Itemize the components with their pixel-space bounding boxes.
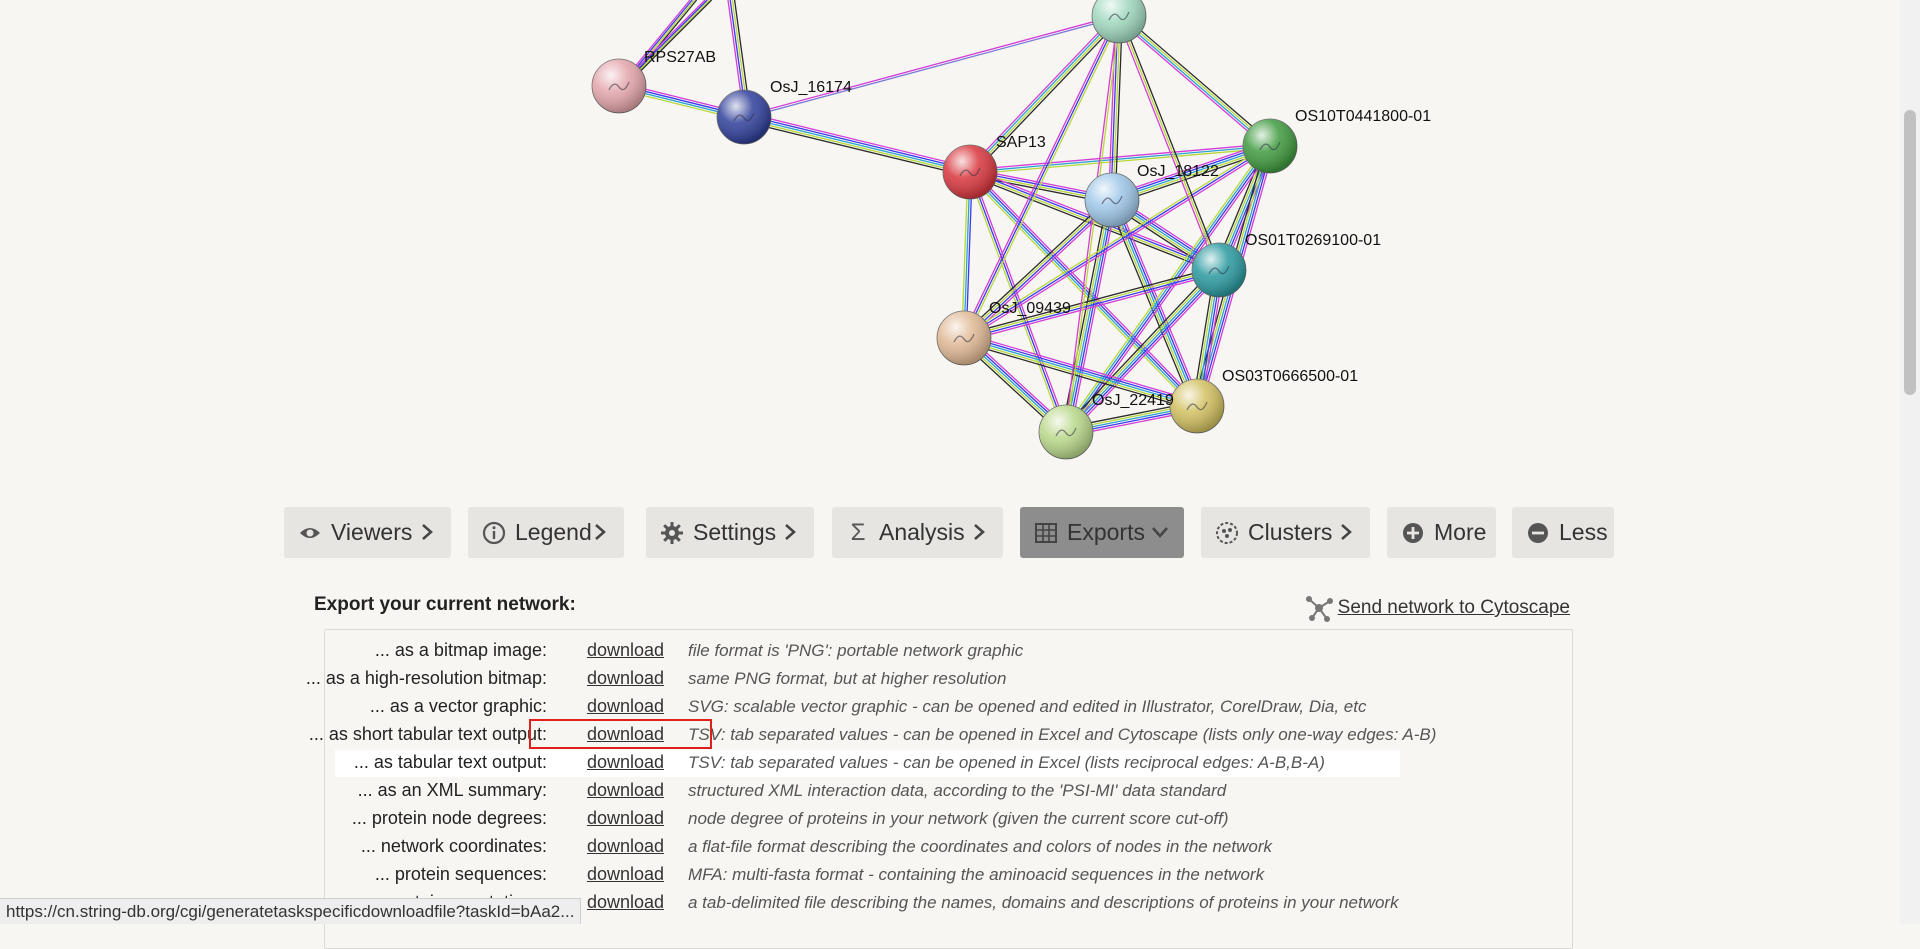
analysis-button[interactable]: Σ Analysis (832, 507, 1003, 558)
node-label: OsJ_18122 (1137, 163, 1219, 180)
export-row-node-degrees: ... protein node degrees: download node … (335, 806, 1400, 833)
less-button[interactable]: Less (1512, 507, 1614, 558)
export-description: file format is 'PNG': portable network g… (688, 641, 1024, 660)
export-label: ... as a bitmap image: (374, 640, 547, 660)
node-label: OS10T0441800-01 (1295, 108, 1431, 125)
more-label: More (1434, 519, 1487, 545)
export-row-hires-bitmap: ... as a high-resolution bitmap: downloa… (306, 666, 1400, 693)
minus-circle-icon (1525, 520, 1551, 546)
clusters-icon (1214, 520, 1240, 546)
scrollbar-thumb[interactable] (1904, 110, 1916, 395)
export-label: ... network coordinates: (360, 836, 547, 856)
node-label: SAP13 (996, 134, 1046, 151)
more-button[interactable]: More (1387, 507, 1496, 558)
node-label: OsJ_16174 (770, 79, 852, 96)
export-label: ... protein node degrees: (351, 808, 547, 828)
download-link-vector[interactable]: download (587, 696, 664, 717)
export-label: ... as tabular text output: (353, 752, 547, 772)
export-description: MFA: multi-fasta format - containing the… (688, 865, 1265, 884)
eye-icon (297, 520, 323, 546)
export-description: structured XML interaction data, accordi… (688, 781, 1227, 800)
settings-button[interactable]: Settings (646, 507, 814, 558)
export-row-sequences: ... protein sequences: download MFA: mul… (335, 862, 1400, 889)
node-label: OS03T0666500-01 (1222, 368, 1358, 385)
export-description: node degree of proteins in your network … (688, 809, 1229, 828)
less-label: Less (1559, 519, 1608, 545)
export-label: ... protein sequences: (374, 864, 547, 884)
export-row-coordinates: ... network coordinates: download a flat… (335, 834, 1400, 861)
export-label: ... as a high-resolution bitmap: (305, 668, 547, 688)
viewers-label: Viewers (331, 519, 413, 545)
node-label: OsJ_09439 (989, 300, 1071, 317)
legend-button[interactable]: Legend (468, 507, 624, 558)
export-title: Export your current network: (314, 594, 576, 615)
info-icon (481, 520, 507, 546)
node-label: RPS27AB (644, 49, 716, 66)
exports-button[interactable]: Exports (1020, 507, 1184, 558)
export-row-bitmap: ... as a bitmap image: download file for… (335, 638, 1400, 665)
network-edges (618, 0, 1275, 437)
download-link-sequences[interactable]: download (587, 864, 664, 885)
chevron-right-icon (967, 520, 991, 544)
viewers-button[interactable]: Viewers (284, 507, 451, 558)
cytoscape-icon (1304, 593, 1334, 623)
sigma-icon: Σ (850, 518, 866, 546)
export-description: TSV: tab separated values - can be opene… (688, 753, 1325, 772)
protein-node[interactable]: OS03T0666500-01 (1169, 368, 1358, 434)
chevron-right-icon (778, 520, 802, 544)
export-row-vector: ... as a vector graphic: download SVG: s… (335, 694, 1400, 721)
export-description: SVG: scalable vector graphic - can be op… (688, 697, 1367, 716)
chevron-right-icon (1334, 520, 1358, 544)
analysis-label: Analysis (879, 519, 965, 545)
export-label: ... as a vector graphic: (369, 696, 547, 716)
protein-node[interactable]: OS10T0441800-01 (1242, 108, 1431, 174)
send-to-cytoscape-link[interactable]: Send network to Cytoscape (1304, 593, 1570, 623)
download-link-hires-bitmap[interactable]: download (587, 668, 664, 689)
download-link-bitmap[interactable]: download (587, 640, 664, 661)
download-link-coordinates[interactable]: download (587, 836, 664, 857)
export-description: a tab-delimited file describing the name… (688, 893, 1399, 912)
legend-label: Legend (515, 519, 592, 545)
export-row-tabular: ... as tabular text output: download TSV… (335, 750, 1400, 777)
protein-node[interactable]: OsJ_22419 (1038, 392, 1174, 460)
vertical-scrollbar[interactable] (1900, 0, 1920, 924)
clusters-button[interactable]: Clusters (1201, 507, 1370, 558)
node-label: OS01T0269100-01 (1245, 232, 1381, 249)
download-link-annotations[interactable]: download (587, 892, 664, 913)
export-description: same PNG format, but at higher resolutio… (688, 669, 1007, 688)
protein-node[interactable]: OS01T0269100-01 (1191, 232, 1381, 298)
exports-label: Exports (1067, 519, 1145, 545)
chevron-right-icon (415, 520, 439, 544)
chevron-right-icon (588, 520, 612, 544)
plus-circle-icon (1400, 520, 1426, 546)
export-description: a flat-file format describing the coordi… (688, 837, 1272, 856)
table-icon (1033, 520, 1059, 546)
export-row-xml: ... as an XML summary: download structur… (335, 778, 1400, 805)
download-link-node-degrees[interactable]: download (587, 808, 664, 829)
send-to-cytoscape-label: Send network to Cytoscape (1337, 597, 1570, 618)
export-row-short-tabular: ... as short tabular text output: downlo… (309, 722, 1437, 749)
gear-icon (659, 520, 685, 546)
protein-node[interactable]: OsJ_09439 (936, 300, 1071, 366)
download-link-tabular[interactable]: download (587, 752, 664, 773)
export-label: ... as an XML summary: (357, 780, 547, 800)
download-link-xml[interactable]: download (587, 780, 664, 801)
protein-node[interactable]: RPS27AB (591, 49, 716, 114)
export-label: ... as short tabular text output: (308, 724, 547, 744)
download-link-short-tabular[interactable]: download (587, 724, 664, 745)
settings-label: Settings (693, 519, 777, 545)
network-graph[interactable]: RPS27AB OsJ_16174 SAP13 OsJ_18122 OS10T04418… (0, 0, 1900, 490)
export-description: TSV: tab separated values - can be opene… (688, 725, 1437, 744)
status-bar-url: https://cn.string-db.org/cgi/generatetas… (0, 898, 582, 924)
chevron-down-icon (1148, 520, 1172, 544)
clusters-label: Clusters (1248, 519, 1333, 545)
node-label: OsJ_22419 (1092, 392, 1174, 409)
